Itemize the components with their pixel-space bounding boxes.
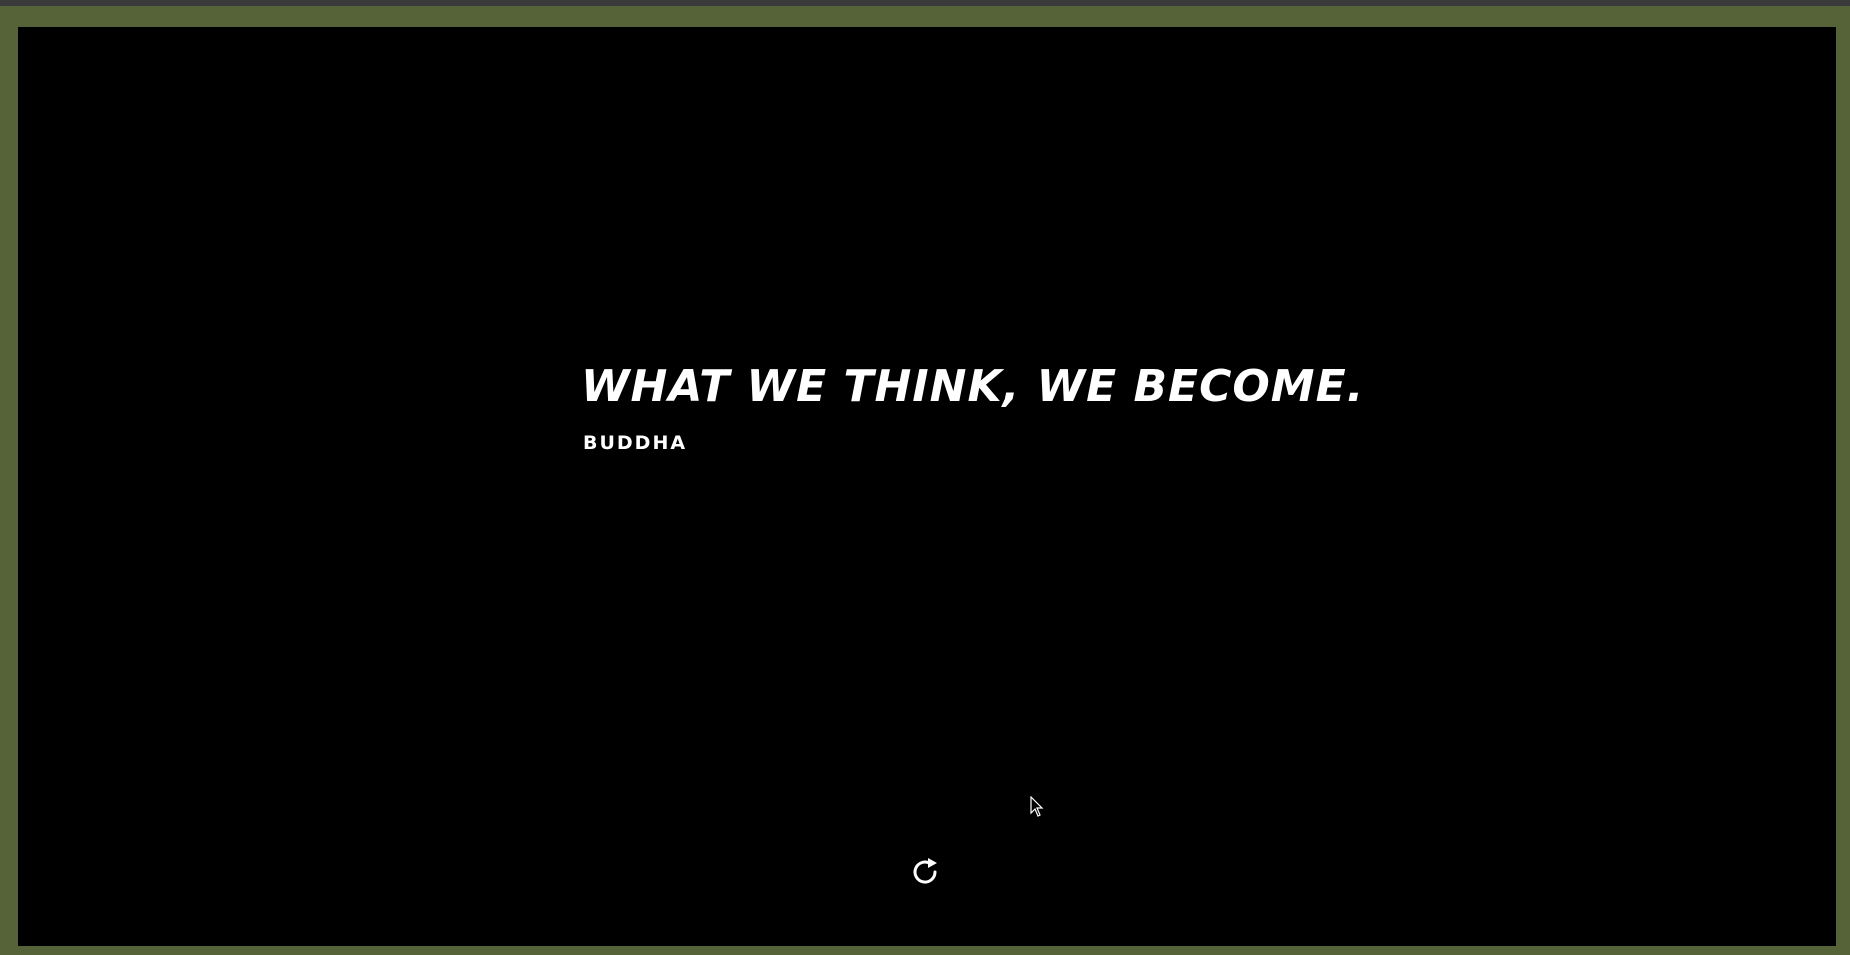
quote-block: WHAT WE THINK, WE BECOME. BUDDHA: [581, 361, 1481, 454]
quote-screen: WHAT WE THINK, WE BECOME. BUDDHA: [18, 27, 1836, 946]
quote-text: WHAT WE THINK, WE BECOME.: [581, 361, 1365, 412]
window-frame: WHAT WE THINK, WE BECOME. BUDDHA: [0, 6, 1850, 955]
refresh-button[interactable]: [906, 853, 944, 891]
quote-author: BUDDHA: [583, 431, 688, 454]
refresh-icon: [913, 858, 937, 884]
mouse-cursor-icon: [1030, 796, 1044, 817]
